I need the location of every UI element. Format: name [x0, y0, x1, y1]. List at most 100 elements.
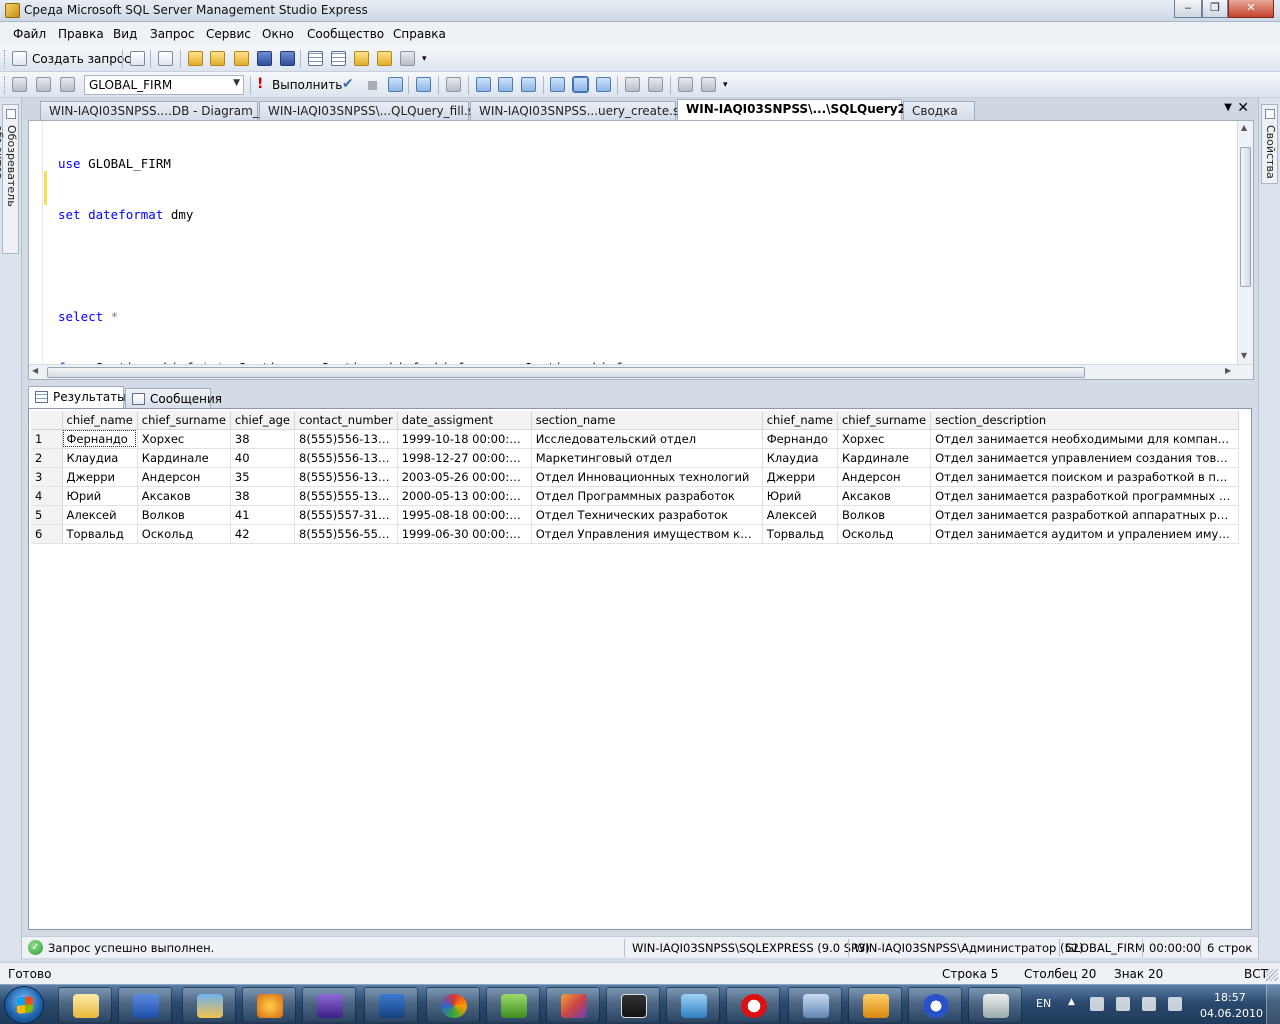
- sql-editor[interactable]: use GLOBAL_FIRM set dateformat dmy selec…: [28, 120, 1254, 477]
- table-cell[interactable]: Отдел занимается необходимыми для компан…: [930, 429, 1240, 449]
- table-cell[interactable]: Хорхес: [837, 429, 932, 449]
- toolbar-grip[interactable]: [4, 76, 7, 94]
- table-cell[interactable]: Клаудиа: [762, 448, 838, 468]
- taskbar-explorer-button[interactable]: [58, 987, 112, 1023]
- taskbar-mathcad-button[interactable]: [426, 987, 480, 1023]
- column-header[interactable]: section_name: [531, 411, 763, 430]
- show-desktop-button[interactable]: [1266, 985, 1280, 1024]
- table-cell[interactable]: Торвальд: [762, 524, 838, 544]
- minimize-button[interactable]: ‒: [1174, 0, 1202, 18]
- client-statistics-icon[interactable]: [498, 77, 513, 92]
- scroll-right-icon[interactable]: ▶: [1225, 366, 1231, 375]
- menu-edit[interactable]: Правка: [58, 27, 104, 41]
- save-all-icon[interactable]: [280, 51, 295, 66]
- table-cell[interactable]: Клаудиа: [62, 448, 138, 468]
- parse-check-icon[interactable]: ✔: [342, 76, 354, 92]
- table-cell[interactable]: Исследовательский отдел: [531, 429, 763, 449]
- taskbar-archive-button[interactable]: [848, 987, 902, 1023]
- new-file-icon[interactable]: [130, 51, 145, 66]
- tab-diagram[interactable]: WIN-IAQI03SNPSS....DB - Diagram_0*: [40, 101, 272, 120]
- table-row[interactable]: 1 Фернандо Хорхес 38 8(555)556-13-13 1999-10-…: [31, 429, 1240, 449]
- table-cell[interactable]: 8(555)556-13-13: [294, 429, 398, 449]
- table-cell[interactable]: Джерри: [762, 467, 838, 487]
- taskbar-remote-desktop-button[interactable]: [788, 987, 842, 1023]
- editor-horizontal-scrollbar[interactable]: ◀ ▶: [29, 364, 1253, 379]
- table-cell[interactable]: Отдел Инновационных технологий: [531, 467, 763, 487]
- taskbar-video-app-button[interactable]: [666, 987, 720, 1023]
- properties-tab[interactable]: Свойства: [1261, 104, 1278, 184]
- menu-file[interactable]: Файл: [13, 27, 46, 41]
- estimated-plan-icon[interactable]: [388, 77, 403, 92]
- scroll-thumb[interactable]: [47, 367, 1085, 378]
- results-to-grid-icon[interactable]: [550, 77, 565, 92]
- increase-indent-icon[interactable]: [678, 77, 693, 92]
- query-designer-icon[interactable]: [416, 77, 431, 92]
- table-cell[interactable]: Алексей: [762, 505, 838, 525]
- table-row[interactable]: 3 Джерри Андерсон 35 8(555)556-13-13 2003-05-…: [31, 467, 1240, 487]
- table-row[interactable]: 6 Торвальд Оскольд 42 8(555)556-55-96 1999-06…: [31, 524, 1240, 544]
- table-cell[interactable]: Юрий: [762, 486, 838, 506]
- menu-window[interactable]: Окно: [262, 27, 294, 41]
- taskbar-opera-button[interactable]: [726, 987, 780, 1023]
- column-header[interactable]: chief_name: [62, 411, 138, 430]
- table-cell[interactable]: Фернандо: [762, 429, 838, 449]
- table-cell[interactable]: Отдел занимается разработкой программных…: [930, 486, 1240, 506]
- taskbar-tools-button[interactable]: [968, 987, 1022, 1023]
- table-cell[interactable]: Волков: [137, 505, 231, 525]
- taskbar-daemon-button[interactable]: [242, 987, 296, 1023]
- change-connection-icon[interactable]: [60, 77, 75, 92]
- toolbar-overflow-icon[interactable]: ▾: [422, 54, 427, 64]
- taskbar-word-button[interactable]: [118, 987, 172, 1023]
- table-cell[interactable]: Джерри: [62, 467, 138, 487]
- table-cell[interactable]: Отдел занимается аудитом и упралением им…: [930, 524, 1240, 544]
- start-button[interactable]: [4, 986, 44, 1024]
- clock-date[interactable]: 04.06.2010: [1200, 1007, 1263, 1020]
- results-grid[interactable]: chief_name chief_surname chief_age conta…: [28, 408, 1252, 930]
- decrease-indent-icon[interactable]: [648, 77, 663, 92]
- taskbar-network-app-button[interactable]: [908, 987, 962, 1023]
- table-cell[interactable]: Отдел Технических разработок: [531, 505, 763, 525]
- table-cell[interactable]: 1999-06-30 00:00:00.000: [397, 524, 532, 544]
- close-button[interactable]: ✕: [1228, 0, 1274, 18]
- connect-icon[interactable]: [12, 77, 27, 92]
- column-header[interactable]: chief_surname: [137, 411, 231, 430]
- network-tray-icon[interactable]: [1142, 997, 1156, 1011]
- taskbar-qt-button[interactable]: [486, 987, 540, 1023]
- table-cell[interactable]: 2000-05-13 00:00:00.000: [397, 486, 532, 506]
- tab-list-chevron-icon[interactable]: ▼: [1224, 102, 1232, 113]
- close-tab-icon[interactable]: ✕: [1237, 100, 1249, 116]
- table-cell[interactable]: 42: [230, 524, 296, 544]
- scroll-thumb[interactable]: [1240, 147, 1251, 287]
- table-cell[interactable]: Волков: [837, 505, 932, 525]
- align-icon[interactable]: [701, 77, 716, 92]
- table-cell[interactable]: Кардинале: [837, 448, 932, 468]
- maximize-button[interactable]: ❐: [1202, 0, 1228, 18]
- taskbar-pencil-app-button[interactable]: [182, 987, 236, 1023]
- database-select[interactable]: GLOBAL_FIRM ▼: [84, 75, 244, 95]
- table-row[interactable]: 2 Клаудиа Кардинале 40 8(555)556-13-13 1998-1…: [31, 448, 1240, 468]
- table-cell[interactable]: Отдел занимается разработкой аппаратных …: [930, 505, 1240, 525]
- tray-expand-icon[interactable]: ▲: [1068, 997, 1075, 1007]
- new-query-button[interactable]: Создать запрос: [32, 52, 131, 66]
- table-cell[interactable]: Фернандо: [62, 429, 138, 449]
- table-row[interactable]: 5 Алексей Волков 41 8(555)557-31-62 1995-08-1…: [31, 505, 1240, 525]
- table-cell[interactable]: Андерсон: [137, 467, 231, 487]
- comment-out-icon[interactable]: [596, 77, 611, 92]
- clock-time[interactable]: 18:57: [1214, 991, 1246, 1004]
- save-icon[interactable]: [257, 51, 272, 66]
- resize-grip-icon[interactable]: [1266, 969, 1278, 981]
- tab-summary[interactable]: Сводка: [903, 101, 975, 120]
- table-cell[interactable]: 40: [230, 448, 296, 468]
- table-cell[interactable]: Маркетинговый отдел: [531, 448, 763, 468]
- toolbar-overflow-icon[interactable]: ▾: [723, 80, 728, 90]
- tab-messages[interactable]: Сообщения: [125, 388, 222, 408]
- editor-vertical-scrollbar[interactable]: ▲ ▼: [1237, 121, 1253, 366]
- scroll-down-icon[interactable]: ▼: [1241, 351, 1247, 360]
- table-cell[interactable]: Кардинале: [137, 448, 231, 468]
- table-cell[interactable]: 1998-12-27 00:00:00.000: [397, 448, 532, 468]
- taskbar-media-player-button[interactable]: [606, 987, 660, 1023]
- table-cell[interactable]: Алексей: [62, 505, 138, 525]
- cancel-query-icon[interactable]: [368, 81, 377, 90]
- taskbar-ssms-button[interactable]: [364, 987, 418, 1023]
- uncomment-icon[interactable]: [625, 77, 640, 92]
